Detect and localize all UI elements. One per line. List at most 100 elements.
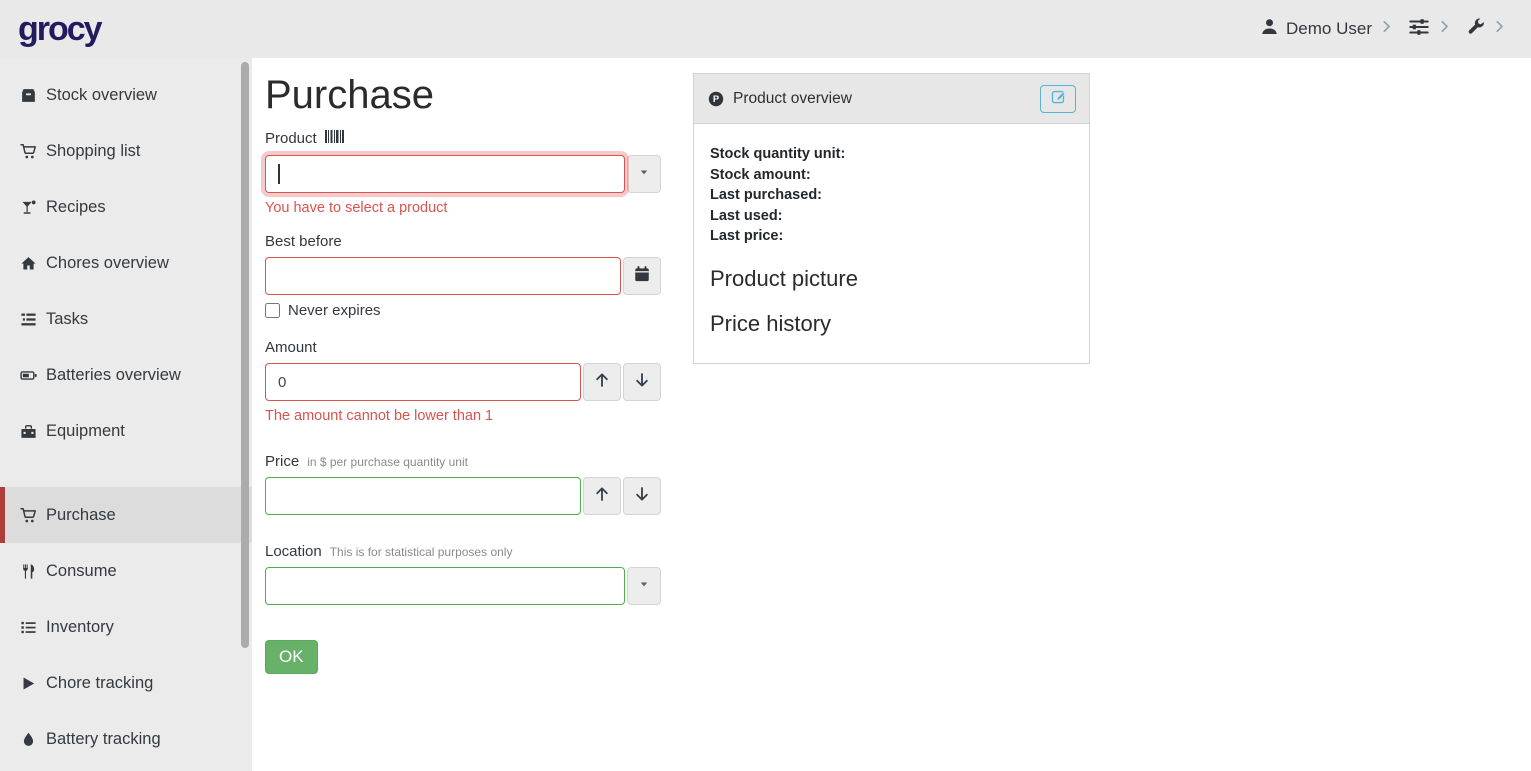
product-dropdown-button[interactable] (627, 155, 661, 193)
arrow-down-icon (633, 371, 651, 394)
shopping-cart-icon (20, 143, 46, 160)
chevron-right-icon (1492, 19, 1507, 39)
wrench-icon (1466, 17, 1485, 41)
location-dropdown-button[interactable] (627, 567, 661, 605)
sidebar-item-purchase[interactable]: Purchase (0, 487, 252, 543)
edit-product-button[interactable] (1040, 85, 1076, 113)
settings-menu[interactable] (1408, 16, 1452, 43)
best-before-input[interactable] (265, 257, 621, 295)
toolbox-icon (20, 423, 46, 440)
location-hint: This is for statistical purposes only (330, 545, 513, 559)
ok-button[interactable]: OK (265, 640, 318, 674)
sidebar-item-chores-overview[interactable]: Chores overview (0, 235, 252, 291)
product-label: Product (265, 130, 317, 147)
caret-down-icon (637, 165, 651, 184)
user-menu-label: Demo User (1286, 19, 1372, 39)
sidebar-item-label: Shopping list (46, 142, 140, 161)
sidebar-item-label: Inventory (46, 618, 114, 637)
list-icon (20, 619, 46, 636)
edit-icon (1050, 88, 1067, 110)
location-label: Location (265, 543, 322, 560)
price-increment-button[interactable] (583, 477, 621, 515)
sidebar-item-equipment[interactable]: Equipment (0, 403, 252, 459)
barcode-icon (325, 130, 345, 148)
location-form-group: Location This is for statistical purpose… (265, 543, 661, 605)
sidebar-item-batteries-overview[interactable]: Batteries overview (0, 347, 252, 403)
user-menu[interactable]: Demo User (1260, 17, 1394, 41)
last-used-field: Last used: (710, 206, 1073, 227)
battery-icon (20, 367, 46, 384)
stock-amount-field: Stock amount: (710, 165, 1073, 186)
sidebar-item-label: Tasks (46, 310, 88, 329)
sidebar-item-tasks[interactable]: Tasks (0, 291, 252, 347)
arrow-up-icon (593, 485, 611, 508)
sidebar-item-chore-tracking[interactable]: Chore tracking (0, 655, 252, 711)
chevron-right-icon (1379, 19, 1394, 39)
product-error: You have to select a product (265, 200, 661, 216)
sidebar-item-label: Chores overview (46, 254, 169, 273)
last-price-field: Last price: (710, 226, 1073, 247)
price-label: Price (265, 453, 299, 470)
svg-text:P: P (713, 94, 719, 104)
amount-input[interactable] (265, 363, 581, 401)
sidebar-item-label: Equipment (46, 422, 125, 441)
price-decrement-button[interactable] (623, 477, 661, 515)
product-circle-p-icon: P (707, 90, 725, 108)
sidebar-item-battery-tracking[interactable]: Battery tracking (0, 711, 252, 767)
product-overview-title: Product overview (733, 90, 852, 108)
admin-menu[interactable] (1466, 17, 1507, 41)
play-icon (20, 675, 46, 692)
product-input[interactable] (265, 155, 625, 193)
grocy-logo[interactable]: grocy (18, 10, 101, 49)
amount-label: Amount (265, 339, 317, 356)
sidebar-item-label: Consume (46, 562, 117, 581)
price-form-group: Price in $ per purchase quantity unit (265, 453, 661, 515)
location-input[interactable] (265, 567, 625, 605)
never-expires-checkbox[interactable] (265, 303, 280, 318)
never-expires-row: Never expires (265, 302, 661, 319)
purchase-form: Product You have to select a product (265, 130, 661, 674)
never-expires-label: Never expires (288, 302, 381, 319)
box-icon (20, 87, 46, 104)
amount-increment-button[interactable] (583, 363, 621, 401)
sidebar-item-label: Purchase (46, 506, 116, 525)
product-overview-card: P Product overview Stock quantity unit: … (693, 73, 1090, 364)
price-input[interactable] (265, 477, 581, 515)
best-before-form-group: Best before Never expires (265, 233, 661, 319)
stock-quantity-unit-field: Stock quantity unit: (710, 144, 1073, 165)
utensils-icon (20, 563, 46, 580)
sidebar-nav: Stock overview Shopping list Recipes Cho… (0, 58, 252, 771)
user-icon (1260, 17, 1279, 41)
sidebar-item-shopping-list[interactable]: Shopping list (0, 123, 252, 179)
product-form-group: Product You have to select a product (265, 130, 661, 216)
product-picture-heading: Product picture (710, 266, 1073, 292)
caret-down-icon (637, 577, 651, 596)
arrow-down-icon (633, 485, 651, 508)
sidebar-item-label: Chore tracking (46, 674, 153, 693)
last-purchased-field: Last purchased: (710, 185, 1073, 206)
arrow-up-icon (593, 371, 611, 394)
price-hint: in $ per purchase quantity unit (307, 455, 468, 469)
cocktail-icon (20, 199, 46, 216)
text-cursor (278, 164, 280, 184)
sidebar-item-stock-overview[interactable]: Stock overview (0, 67, 252, 123)
drop-icon (20, 731, 46, 748)
sliders-icon (1408, 16, 1430, 43)
amount-form-group: Amount The amount cannot be lower than 1 (265, 339, 661, 424)
main-content: Purchase Product (252, 58, 1531, 771)
amount-decrement-button[interactable] (623, 363, 661, 401)
home-icon (20, 255, 46, 272)
sidebar-item-recipes[interactable]: Recipes (0, 179, 252, 235)
sidebar-item-label: Recipes (46, 198, 106, 217)
sidebar-scrollbar-thumb[interactable] (241, 62, 249, 648)
best-before-label: Best before (265, 233, 342, 250)
sidebar-item-consume[interactable]: Consume (0, 543, 252, 599)
product-overview-body: Stock quantity unit: Stock amount: Last … (694, 124, 1089, 363)
chevron-right-icon (1437, 19, 1452, 39)
sidebar-item-label: Stock overview (46, 86, 157, 105)
calendar-button[interactable] (623, 257, 661, 295)
top-navbar: grocy Demo User (0, 0, 1531, 58)
calendar-icon (633, 265, 651, 288)
tasks-icon (20, 311, 46, 328)
sidebar-item-inventory[interactable]: Inventory (0, 599, 252, 655)
